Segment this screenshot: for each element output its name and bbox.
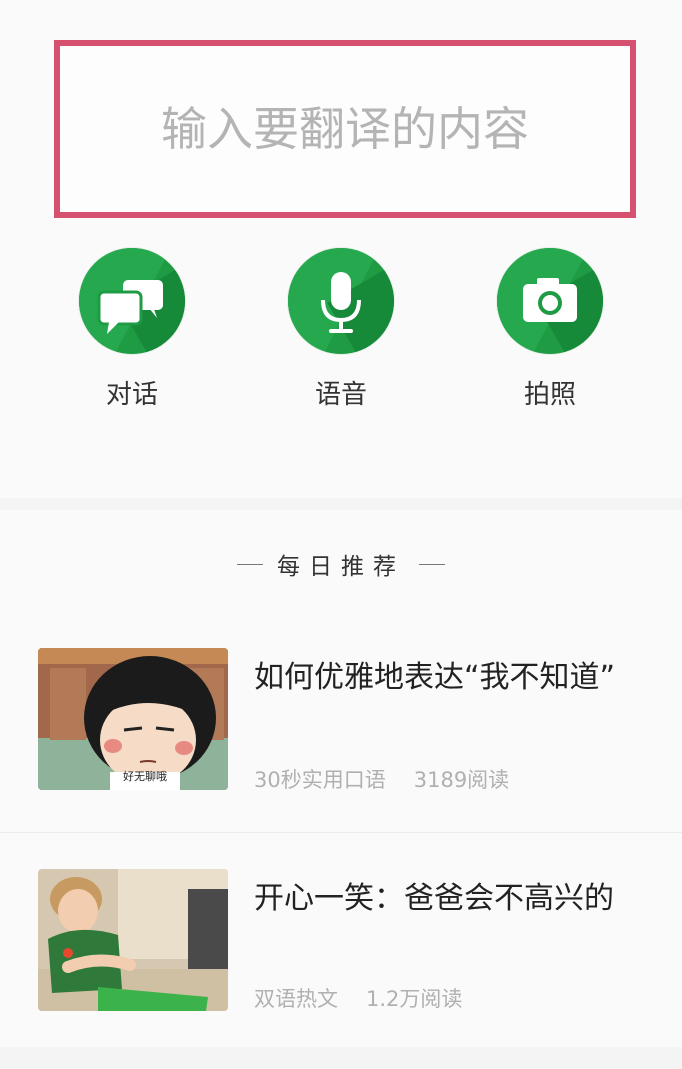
article-thumbnail[interactable]: 好无聊哦: [38, 648, 228, 790]
voice-action[interactable]: 语音: [271, 248, 411, 411]
voice-label: 语音: [314, 380, 367, 410]
article-card[interactable]: 开心一笑：爸爸会不高兴的 双语热文 1.2万阅读: [0, 832, 682, 1047]
heading-dash-right: [419, 563, 445, 565]
article-meta: 30秒实用口语 3189阅读: [254, 764, 509, 794]
top-panel: 对话 语音 拍照: [0, 0, 682, 498]
article-category: 双语热文: [254, 987, 338, 1011]
article-title[interactable]: 如何优雅地表达“我不知道”: [254, 652, 615, 696]
article-reads: 3189阅读: [413, 768, 510, 792]
photo-action[interactable]: 拍照: [480, 248, 620, 411]
article-title[interactable]: 开心一笑：爸爸会不高兴的: [254, 873, 614, 917]
chat-action[interactable]: 对话: [62, 248, 202, 411]
chat-bubbles-icon: [97, 280, 163, 334]
translate-input-box[interactable]: [54, 40, 636, 218]
heading-dash-left: [237, 563, 263, 565]
cartoon-girl-image: 好无聊哦: [38, 648, 228, 790]
article-meta: 双语热文 1.2万阅读: [254, 983, 462, 1013]
article-card[interactable]: 好无聊哦 如何优雅地表达“我不知道” 30秒实用口语 3189阅读: [0, 618, 682, 832]
article-thumbnail[interactable]: [38, 869, 228, 1011]
boy-on-sofa-image: [38, 869, 228, 1011]
camera-button[interactable]: [497, 248, 603, 354]
thumbnail-caption: 好无聊哦: [123, 769, 167, 783]
chat-button[interactable]: [79, 248, 185, 354]
translate-input[interactable]: [60, 101, 630, 157]
daily-recommend-heading: 每日推荐: [0, 510, 682, 618]
microphone-icon: [321, 272, 361, 333]
daily-recommend-title: 每日推荐: [277, 554, 405, 580]
camera-icon: [523, 278, 577, 322]
voice-button[interactable]: [288, 248, 394, 354]
photo-label: 拍照: [523, 380, 576, 410]
chat-label: 对话: [105, 380, 158, 410]
article-category: 30秒实用口语: [254, 768, 386, 792]
article-reads: 1.2万阅读: [366, 987, 463, 1011]
